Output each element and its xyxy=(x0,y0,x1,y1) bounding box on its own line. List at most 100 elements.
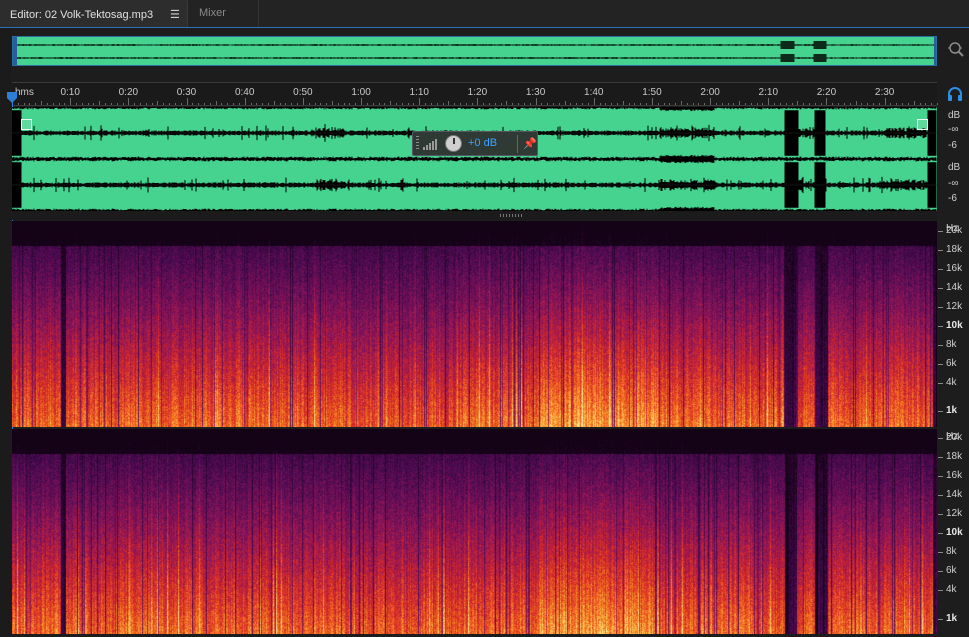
menu-icon[interactable]: ☰ xyxy=(170,2,180,29)
ruler-tick xyxy=(151,103,153,105)
ruler-tick xyxy=(366,103,368,105)
ruler-tick xyxy=(23,103,25,105)
ruler-tick xyxy=(378,103,380,105)
ruler-tick xyxy=(826,98,828,105)
hz-tick-label: 1k xyxy=(946,612,958,624)
hz-tick xyxy=(938,495,943,497)
overview-right-handle[interactable] xyxy=(934,37,937,66)
ruler-tick xyxy=(41,101,43,105)
spectral-display-right[interactable] xyxy=(12,429,937,634)
zoom-icon[interactable] xyxy=(947,40,965,58)
hz-tick-label: 16k xyxy=(946,470,963,482)
ruler-tick xyxy=(669,103,671,105)
hz-tick xyxy=(938,363,943,365)
ruler-tick xyxy=(273,101,275,105)
tab-mixer[interactable]: Mixer xyxy=(189,0,259,27)
tab-bar: Editor: 02 Volk-Tektosag.mp3 ☰ Mixer xyxy=(0,0,969,28)
db-unit-bottom: dB xyxy=(948,162,961,173)
ruler-tick xyxy=(139,103,141,105)
ruler-tick xyxy=(832,103,834,105)
ruler-tick xyxy=(238,103,240,105)
fade-in-handle[interactable] xyxy=(21,119,32,130)
ruler-tick xyxy=(285,103,287,105)
ruler-tick xyxy=(413,103,415,105)
panel-splitter[interactable] xyxy=(12,211,937,220)
ruler-tick xyxy=(134,103,136,105)
ruler-tick xyxy=(390,101,392,105)
left-gutter xyxy=(0,28,11,637)
ruler-tick-label: 1:30 xyxy=(525,87,546,98)
ruler-tick xyxy=(547,103,549,105)
ruler-tick xyxy=(576,103,578,105)
ruler-tick xyxy=(506,101,508,105)
hz-tick-label: 4k xyxy=(946,584,957,596)
ruler-tick xyxy=(157,101,159,105)
ruler-tick xyxy=(233,103,235,105)
ruler-tick-label: 1:40 xyxy=(584,87,604,98)
ruler-tick xyxy=(518,103,520,105)
db-neg-inf-bottom: -∞ xyxy=(948,178,959,189)
headphones-icon[interactable] xyxy=(947,86,963,102)
ruler-tick xyxy=(599,103,601,105)
ruler-tick xyxy=(919,103,921,105)
fade-out-handle[interactable] xyxy=(917,119,928,130)
waveform-display[interactable] xyxy=(12,107,937,211)
hz-tick xyxy=(938,476,943,478)
volume-knob[interactable] xyxy=(445,135,462,152)
ruler-tick xyxy=(913,101,915,105)
hz-tick-label: 20k xyxy=(946,432,963,444)
hud-grip[interactable] xyxy=(416,136,419,151)
hz-tick xyxy=(938,457,943,459)
ruler-tick xyxy=(937,103,938,105)
ruler-tick xyxy=(459,103,461,105)
pin-icon[interactable]: 📌 xyxy=(523,137,537,150)
ruler-tick xyxy=(628,103,630,105)
ruler-tick xyxy=(849,103,851,105)
ruler-tick xyxy=(704,103,706,105)
ruler-tick xyxy=(372,103,374,105)
overview-left-handle[interactable] xyxy=(13,37,17,66)
ruler-tick xyxy=(855,101,857,105)
hz-tick-label: 14k xyxy=(946,489,963,501)
volume-value[interactable]: +0 dB xyxy=(468,137,497,149)
ruler-tick xyxy=(419,98,421,105)
ruler-tick-label: 2:10 xyxy=(758,87,779,98)
ruler-tick xyxy=(110,103,112,105)
ruler-tick xyxy=(483,103,485,105)
ruler-tick xyxy=(605,103,607,105)
ruler-tick xyxy=(448,101,450,105)
ruler-tick xyxy=(163,103,165,105)
overview-waveform xyxy=(13,37,937,66)
ruler-tick xyxy=(878,103,880,105)
hz-tick-label: 8k xyxy=(946,546,957,558)
ruler-tick xyxy=(873,103,874,105)
hz-tick xyxy=(938,306,943,308)
overview-navigator[interactable] xyxy=(12,36,937,66)
ruler-tick xyxy=(52,103,54,105)
ruler-tick xyxy=(122,103,124,105)
splitter-grip[interactable] xyxy=(500,214,522,217)
ruler-tick xyxy=(768,98,770,105)
ruler-tick xyxy=(622,101,624,105)
ruler-tick xyxy=(203,103,205,105)
level-meter-icon xyxy=(423,139,437,150)
hz-tick xyxy=(938,514,943,516)
tab-editor[interactable]: Editor: 02 Volk-Tektosag.mp3 ☰ xyxy=(0,0,188,27)
ruler-tick xyxy=(256,103,258,105)
hz-tick xyxy=(938,230,943,232)
time-ruler[interactable]: hms 0:10 0:20 0:30 0:40 0:50 1:00 1:10 1:20 1:30… xyxy=(12,82,938,106)
hz-tick xyxy=(938,287,943,289)
ruler-tick xyxy=(174,103,176,105)
ruler-tick xyxy=(267,103,269,105)
ruler-tick-label: 0:30 xyxy=(176,87,197,98)
ruler-tick xyxy=(686,103,688,105)
ruler-tick xyxy=(809,103,810,105)
ruler-tick xyxy=(70,98,72,105)
ruler-tick xyxy=(355,103,357,105)
ruler-tick xyxy=(733,103,735,105)
volume-hud: +0 dB 📌 xyxy=(412,131,538,156)
ruler-tick-label: 2:20 xyxy=(816,87,837,98)
spectral-display-left[interactable] xyxy=(12,221,937,427)
ruler-tick xyxy=(843,103,845,105)
ruler-tick xyxy=(407,103,409,105)
